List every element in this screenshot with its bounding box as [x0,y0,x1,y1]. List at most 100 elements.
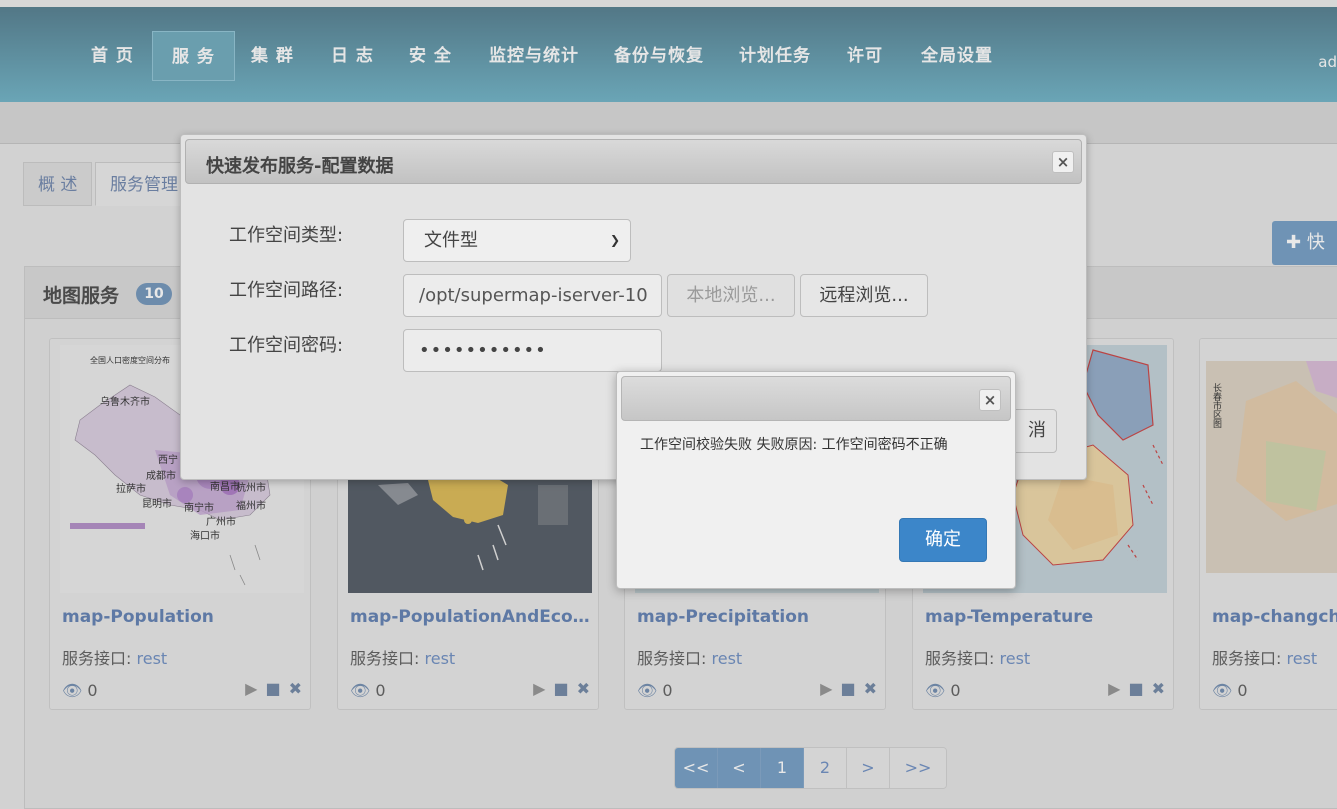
workspace-type-label: 工作空间类型: [229,225,344,246]
tab-service-management[interactable]: 服务管理 [95,162,193,206]
plus-icon: ✚ [1286,232,1302,253]
view-count: 👁 0 [637,681,673,700]
thumb-label: 杭州市 [236,481,266,494]
nav-item-monitoring[interactable]: 监控与统计 [470,31,598,81]
interface-label: 服务接口: [637,649,707,668]
play-icon[interactable]: ▶ [820,679,832,698]
thumb-title: 全国人口密度空间分布 [90,355,170,365]
stop-icon[interactable]: ■ [1128,679,1143,698]
service-name[interactable]: map-Precipitation [637,607,877,627]
service-name[interactable]: map-changchu [1212,607,1337,627]
service-interface: 服务接口: rest [1212,645,1317,669]
page-first[interactable]: << [675,748,718,788]
interface-link[interactable]: rest [425,649,456,668]
view-count-value: 0 [1237,681,1248,700]
panel-title: 地图服务 [43,285,120,307]
user-menu[interactable]: ad [1318,53,1337,71]
workspace-type-select[interactable]: 文件型 ❯ [403,219,631,262]
service-interface: 服务接口: rest [637,645,742,669]
thumb-label: 乌鲁木齐市 [100,395,150,408]
quick-publish-button[interactable]: ✚ 快 [1272,221,1337,265]
card-actions: ▶ ■ ✖ [245,679,302,698]
page-1[interactable]: 1 [761,748,804,788]
top-edge [0,0,1337,7]
nav-item-logs[interactable]: 日 志 [312,31,393,81]
delete-icon[interactable]: ✖ [289,679,302,698]
thumb-label: 长春市区图 [1211,382,1222,429]
interface-label: 服务接口: [62,649,132,668]
service-name[interactable]: map-Population [62,607,302,627]
interface-label: 服务接口: [1212,649,1282,668]
close-icon[interactable]: × [979,389,1001,411]
thumb-label: 拉萨市 [116,482,146,495]
thumb-label: 昆明市 [142,497,172,510]
view-count: 👁 0 [1212,681,1248,700]
stop-icon[interactable]: ■ [265,679,280,698]
local-browse-button[interactable]: 本地浏览... [667,274,795,317]
nav-item-services[interactable]: 服 务 [152,31,235,81]
card-actions: ▶ ■ ✖ [820,679,877,698]
thumb-label: 成都市 [146,469,176,482]
thumb-label: 南宁市 [184,501,214,514]
service-interface: 服务接口: rest [62,645,167,669]
close-icon[interactable]: × [1052,151,1074,173]
service-count-badge: 10 [136,283,172,305]
delete-icon[interactable]: ✖ [1152,679,1165,698]
dialog-title: 快速发布服务-配置数据 [206,156,394,177]
tab-overview[interactable]: 概 述 [23,162,93,206]
service-name[interactable]: map-PopulationAndEcono... [350,607,590,627]
stop-icon[interactable]: ■ [553,679,568,698]
interface-link[interactable]: rest [137,649,168,668]
pagination: << < 1 2 > >> [674,747,947,789]
play-icon[interactable]: ▶ [1108,679,1120,698]
workspace-type-value: 文件型 [424,230,478,251]
view-count-value: 0 [662,681,673,700]
page-next[interactable]: > [847,748,890,788]
view-count-value: 0 [950,681,961,700]
top-nav: 首 页 服 务 集 群 日 志 安 全 监控与统计 备份与恢复 计划任务 许可 … [0,7,1337,102]
delete-icon[interactable]: ✖ [864,679,877,698]
nav-item-global-settings[interactable]: 全局设置 [902,31,1012,81]
thumb-label: 福州市 [236,499,266,512]
nav-item-cluster[interactable]: 集 群 [232,31,313,81]
thumb-label: 西宁 [158,453,178,466]
ok-button[interactable]: 确定 [899,518,987,562]
nav-item-license[interactable]: 许可 [828,31,902,81]
interface-link[interactable]: rest [1287,649,1318,668]
alert-message: 工作空间校验失败 失败原因: 工作空间密码不正确 [640,437,948,453]
workspace-password-label: 工作空间密码: [229,335,344,356]
nav-item-scheduled-tasks[interactable]: 计划任务 [720,31,830,81]
stop-icon[interactable]: ■ [840,679,855,698]
chevron-down-icon: ❯ [609,233,620,247]
service-card[interactable]: 长春市区图 map-changchu 服务接口: rest 👁 0 [1199,338,1337,710]
service-interface: 服务接口: rest [350,645,455,669]
interface-link[interactable]: rest [712,649,743,668]
play-icon[interactable]: ▶ [245,679,257,698]
view-count-value: 0 [375,681,386,700]
eye-icon: 👁 [1212,681,1233,700]
nav-item-security[interactable]: 安 全 [390,31,471,81]
nav-item-home[interactable]: 首 页 [72,31,153,81]
interface-label: 服务接口: [925,649,995,668]
dialog-header: 快速发布服务-配置数据 × [185,139,1082,184]
quick-publish-label: 快 [1306,232,1325,253]
delete-icon[interactable]: ✖ [577,679,590,698]
view-count: 👁 0 [925,681,961,700]
workspace-path-input[interactable]: /opt/supermap-iserver-10 [403,274,662,317]
eye-icon: 👁 [637,681,658,700]
thumb-label: 广州市 [206,515,236,528]
page-prev[interactable]: < [718,748,761,788]
nav-item-backup[interactable]: 备份与恢复 [595,31,723,81]
thumb-label: 海口市 [190,529,220,542]
eye-icon: 👁 [925,681,946,700]
service-name[interactable]: map-Temperature [925,607,1165,627]
interface-label: 服务接口: [350,649,420,668]
remote-browse-button[interactable]: 远程浏览... [800,274,928,317]
workspace-password-input[interactable]: ••••••••••• [403,329,662,372]
interface-link[interactable]: rest [1000,649,1031,668]
view-count: 👁 0 [350,681,386,700]
play-icon[interactable]: ▶ [533,679,545,698]
page-last[interactable]: >> [890,748,946,788]
page-2[interactable]: 2 [804,748,847,788]
card-actions: ▶ ■ ✖ [533,679,590,698]
